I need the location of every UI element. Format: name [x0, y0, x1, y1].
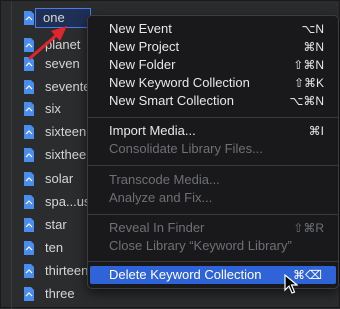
sidebar-item-sixteen[interactable]: sixteen [1, 121, 91, 143]
sidebar-item-label: planet [45, 37, 81, 52]
sidebar-item-label: three [45, 286, 75, 301]
sidebar-item-label: six [45, 101, 61, 116]
sidebar-item-solar[interactable]: solar [1, 168, 91, 190]
keyword-collection-icon [24, 38, 34, 52]
mouse-cursor-icon [284, 274, 298, 294]
sidebar-item-label: seven [45, 56, 80, 71]
menu-item-shortcut: ⌥N [301, 22, 325, 36]
keyword-collection-icon [24, 287, 34, 301]
menu-item-label: Delete Keyword Collection [109, 267, 262, 282]
menu-item-label: Analyze and Fix... [109, 190, 213, 205]
menu-item-shortcut: ⇧⌘R [293, 221, 324, 235]
context-menu: New Event ⌥N New Project ⌘N New Folder ⇧… [87, 15, 339, 289]
sidebar-item-label: ten [45, 240, 64, 255]
menu-item-label: Transcode Media... [109, 172, 220, 187]
menu-item-shortcut: ⌘N [303, 40, 324, 54]
keyword-collection-list: one planet seven seventeen six sixteen s… [1, 1, 105, 309]
menu-item-new-smart-collection[interactable]: New Smart Collection ⌥⌘N [88, 92, 338, 110]
keyword-collection-icon [24, 241, 34, 255]
menu-item-shortcut: ⌥⌘N [289, 94, 325, 108]
keyword-collection-icon [24, 125, 34, 139]
keyword-collection-icon [24, 57, 34, 71]
menu-separator [88, 117, 338, 118]
menu-item-label: New Folder [109, 57, 176, 72]
sidebar-item-label: solar [45, 171, 74, 186]
menu-item-consolidate-library-files: Consolidate Library Files... [88, 140, 338, 158]
menu-item-label: New Project [109, 39, 180, 54]
keyword-collection-icon [24, 148, 34, 162]
menu-item-label: New Keyword Collection [109, 75, 250, 90]
keyword-collection-icon [24, 102, 34, 116]
sidebar-item-ten[interactable]: ten [1, 237, 91, 259]
menu-item-shortcut: ⌘I [308, 124, 324, 138]
sidebar-item-thirteen[interactable]: thirteen [1, 260, 91, 282]
menu-item-shortcut: ⇧⌘N [293, 58, 324, 72]
keyword-collection-icon [24, 172, 34, 186]
sidebar-item-sixtheen[interactable]: sixtheen [1, 144, 93, 166]
sidebar-item-three[interactable]: three [1, 283, 91, 305]
sidebar-item-six[interactable]: six [1, 98, 91, 120]
keyword-collection-icon [24, 218, 34, 232]
sidebar-item-seventeen[interactable]: seventeen [1, 76, 105, 98]
menu-item-close-library: Close Library “Keyword Library” [88, 237, 338, 255]
sidebar-item-label: sixteen [45, 124, 87, 139]
menu-item-new-keyword-collection[interactable]: New Keyword Collection ⇧⌘K [88, 74, 338, 92]
menu-item-new-project[interactable]: New Project ⌘N [88, 38, 338, 56]
sidebar-item-spa-uses[interactable]: spa...uses [1, 191, 104, 213]
sidebar-item-label: thirteen [45, 263, 89, 278]
sidebar-item-label: star [45, 217, 67, 232]
keyword-collection-icon [24, 11, 34, 25]
menu-item-import-media[interactable]: Import Media... ⌘I [88, 122, 338, 140]
menu-item-shortcut: ⇧⌘K [293, 76, 324, 90]
sidebar-item-label: one [43, 10, 65, 25]
sidebar-item-seven[interactable]: seven [1, 53, 91, 75]
menu-item-analyze-and-fix: Analyze and Fix... [88, 189, 338, 207]
menu-item-transcode-media: Transcode Media... [88, 171, 338, 189]
keyword-collection-icon [24, 80, 34, 94]
menu-item-reveal-in-finder: Reveal In Finder ⇧⌘R [88, 219, 338, 237]
menu-item-label: New Event [109, 21, 172, 36]
sidebar-item-star[interactable]: star [1, 214, 91, 236]
menu-separator [88, 261, 338, 262]
menu-item-label: Import Media... [109, 123, 196, 138]
menu-item-new-folder[interactable]: New Folder ⇧⌘N [88, 56, 338, 74]
menu-separator [88, 214, 338, 215]
menu-item-label: Close Library “Keyword Library” [109, 238, 292, 253]
menu-item-delete-keyword-collection[interactable]: Delete Keyword Collection ⌘⌫ [90, 266, 336, 284]
menu-item-label: Consolidate Library Files... [109, 141, 263, 156]
menu-item-new-event[interactable]: New Event ⌥N [88, 20, 338, 38]
sidebar-item-one[interactable]: one [1, 7, 91, 29]
menu-item-label: New Smart Collection [109, 93, 234, 108]
menu-item-label: Reveal In Finder [109, 220, 205, 235]
keyword-collection-icon [24, 264, 34, 278]
menu-separator [88, 165, 338, 166]
keyword-collection-icon [24, 195, 34, 209]
